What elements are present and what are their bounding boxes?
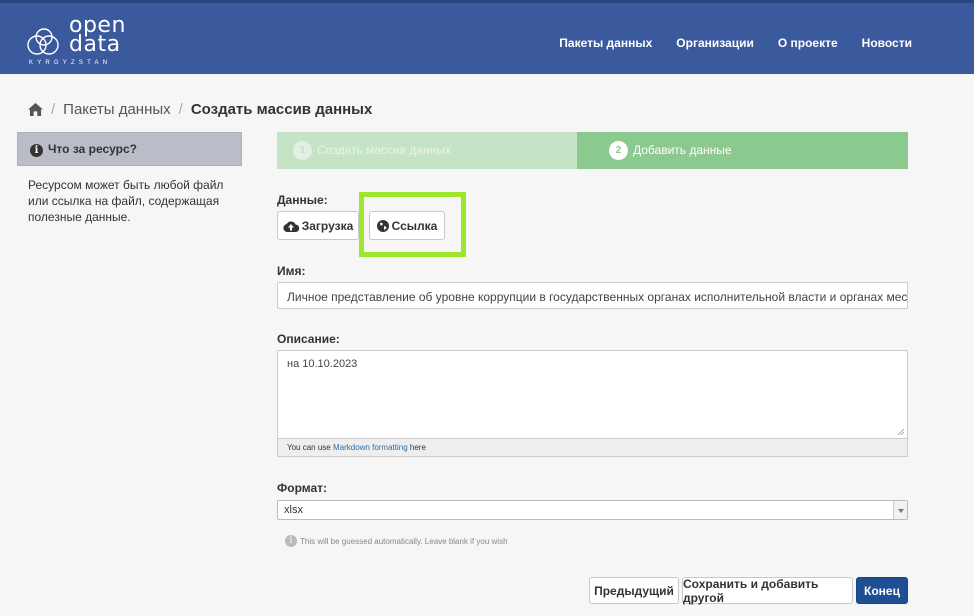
globe-icon	[376, 219, 389, 232]
format-label: Формат:	[277, 481, 328, 495]
top-navbar: open data KYRGYZSTAN Пакеты данных Орган…	[0, 0, 974, 74]
format-hint: i This will be guessed automatically. Le…	[285, 535, 508, 547]
stage-number: 2	[609, 141, 628, 160]
stage-number: 1	[293, 141, 312, 160]
breadcrumb: / Пакеты данных / Создать массив данных	[28, 101, 372, 118]
description-textarea[interactable]: на 10.10.2023	[277, 350, 908, 439]
logo-circles-icon	[27, 28, 59, 55]
markdown-hint-prefix: You can use	[287, 443, 333, 452]
stage-add-data: 2 Добавить данные	[577, 132, 908, 169]
upload-button-label: Загрузка	[301, 218, 354, 233]
data-label: Данные:	[277, 193, 328, 207]
markdown-hint: You can use Markdown formatting here	[277, 439, 908, 457]
cloud-upload-icon	[283, 221, 299, 232]
finish-button[interactable]: Конец	[856, 577, 908, 604]
name-input[interactable]: Личное представление об уровне коррупции…	[277, 282, 908, 309]
nav-about[interactable]: О проекте	[778, 36, 838, 50]
stage-create-dataset[interactable]: 1 Создать массив данных	[277, 132, 595, 169]
link-button[interactable]: Ссылка	[369, 211, 445, 240]
chevron-down-icon[interactable]	[893, 501, 907, 519]
sidebar-description: Ресурсом может быть любой файл или ссылк…	[28, 178, 224, 224]
home-icon[interactable]	[28, 103, 43, 116]
breadcrumb-separator: /	[178, 101, 183, 118]
logo-word-data: data	[69, 32, 121, 57]
upload-button[interactable]: Загрузка	[277, 211, 359, 240]
breadcrumb-datasets[interactable]: Пакеты данных	[63, 101, 170, 118]
save-and-add-button[interactable]: Сохранить и добавить другой	[682, 577, 853, 605]
logo-subtitle: KYRGYZSTAN	[29, 60, 112, 66]
nav-news[interactable]: Новости	[862, 36, 912, 50]
nav-organizations[interactable]: Организации	[676, 36, 754, 50]
resize-handle-icon[interactable]	[898, 429, 904, 435]
nav-datasets[interactable]: Пакеты данных	[559, 36, 652, 50]
logo-wordmark: open data	[69, 15, 126, 57]
progress-stages: 1 Создать массив данных 2 Добавить данны…	[277, 132, 908, 169]
format-select[interactable]: xlsx	[277, 500, 908, 520]
breadcrumb-current: Создать массив данных	[190, 101, 373, 118]
format-hint-text: This will be guessed automatically. Leav…	[300, 536, 508, 546]
site-logo[interactable]: open data KYRGYZSTAN	[27, 15, 147, 72]
previous-button[interactable]: Предыдущий	[589, 577, 679, 604]
format-value: xlsx	[284, 504, 303, 516]
description-text: на 10.10.2023	[287, 358, 358, 370]
info-icon: i	[30, 144, 43, 157]
markdown-link[interactable]: Markdown formatting	[333, 443, 408, 452]
name-label: Имя:	[277, 264, 306, 278]
stage-label: Создать массив данных	[317, 143, 451, 157]
description-label: Описание:	[277, 332, 340, 346]
main-nav: Пакеты данных Организации О проекте Ново…	[535, 36, 912, 50]
sidebar-title-text: Что за ресурс?	[48, 142, 137, 156]
breadcrumb-separator: /	[51, 101, 56, 118]
stage-label: Добавить данные	[633, 143, 732, 157]
info-icon: i	[285, 535, 297, 547]
sidebar-title: i Что за ресурс?	[17, 132, 242, 166]
markdown-hint-suffix: here	[407, 443, 426, 452]
link-button-label: Ссылка	[391, 218, 438, 233]
